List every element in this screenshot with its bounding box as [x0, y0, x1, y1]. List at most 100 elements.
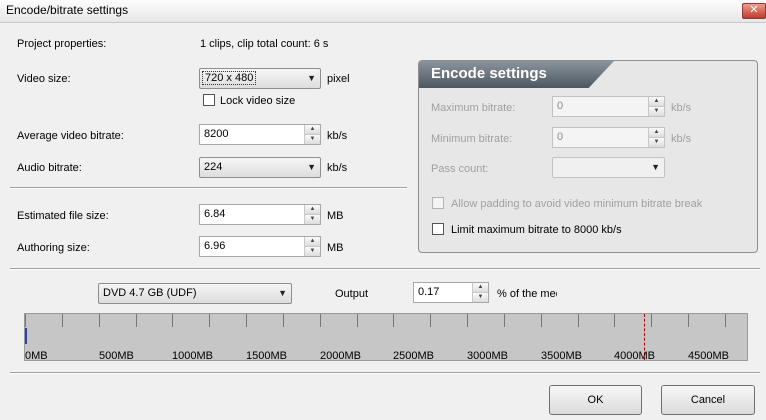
gauge-tick-label: 1500MB: [246, 350, 287, 362]
gauge-tick: [246, 314, 247, 327]
max-bitrate-label: Maximum bitrate:: [431, 102, 516, 114]
min-bitrate-unit: kb/s: [671, 133, 692, 145]
pass-count-label: Pass count:: [431, 163, 489, 175]
chevron-down-icon: ▼: [307, 73, 316, 83]
authoring-size-input[interactable]: 6.96 ▲ ▼: [199, 236, 321, 257]
gauge-tick: [99, 314, 100, 327]
gauge-tick: [541, 314, 542, 327]
lock-video-size-checkbox[interactable]: [203, 94, 215, 106]
authoring-size-label: Authoring size:: [17, 242, 90, 254]
gauge-tick: [578, 314, 579, 327]
avg-bitrate-unit: kb/s: [327, 130, 348, 142]
used-capacity-marker: [25, 328, 27, 344]
audio-bitrate-value: 224: [204, 161, 223, 173]
spin-down-icon[interactable]: ▼: [304, 134, 320, 144]
gauge-tick-label: 4000MB: [614, 350, 655, 362]
avg-bitrate-input[interactable]: 8200 ▲ ▼: [199, 124, 321, 145]
allow-padding-label: Allow padding to avoid video minimum bit…: [451, 198, 703, 210]
allow-padding-checkbox[interactable]: [432, 197, 444, 209]
gauge-tick: [136, 314, 137, 327]
spin-up-icon[interactable]: ▲: [648, 97, 664, 106]
gauge-tick-label: 3500MB: [541, 350, 582, 362]
gauge-tick-label: 500MB: [99, 350, 134, 362]
min-bitrate-label: Minimum bitrate:: [431, 133, 513, 145]
audio-bitrate-select[interactable]: 224 ▼: [199, 157, 321, 178]
gauge-tick-label: 2500MB: [393, 350, 434, 362]
gauge-tick: [393, 314, 394, 327]
chevron-down-icon: ▼: [307, 162, 316, 172]
video-size-select[interactable]: 720 x 480 ▼: [199, 68, 321, 89]
spin-up-icon[interactable]: ▲: [472, 283, 488, 292]
chevron-down-icon: ▼: [278, 288, 287, 298]
min-bitrate-input[interactable]: 0 ▲ ▼: [552, 127, 665, 148]
media-type-value: DVD 4.7 GB (UDF): [103, 287, 197, 299]
divider: [10, 268, 760, 270]
output-percent-value: 0.17: [418, 286, 440, 298]
pass-count-select[interactable]: ▼: [552, 157, 665, 178]
gauge-tick: [725, 314, 726, 327]
gauge-tick: [467, 314, 468, 327]
gauge-tick: [614, 314, 615, 327]
encode-settings-panel: Encode settings Maximum bitrate: 0 ▲ ▼ kb…: [418, 60, 758, 253]
ok-button[interactable]: OK: [549, 385, 642, 415]
spin-down-icon[interactable]: ▼: [472, 292, 488, 302]
min-bitrate-value: 0: [557, 131, 564, 143]
spin-up-icon[interactable]: ▲: [304, 205, 320, 214]
gauge-tick-label: 2000MB: [320, 350, 361, 362]
output-percent-input[interactable]: 0.17 ▲ ▼: [413, 282, 489, 303]
spin-down-icon[interactable]: ▼: [648, 106, 664, 116]
gauge-tick-label: 0MB: [25, 350, 48, 362]
gauge-tick: [62, 314, 63, 327]
gauge-tick: [25, 314, 26, 327]
est-file-size-unit: MB: [327, 210, 344, 222]
spin-down-icon[interactable]: ▼: [648, 137, 664, 147]
gauge-tick: [504, 314, 505, 327]
max-bitrate-unit: kb/s: [671, 102, 692, 114]
output-label: Output: [335, 288, 369, 300]
title-bar: Encode/bitrate settings ✕: [0, 0, 766, 23]
audio-bitrate-label: Audio bitrate:: [17, 162, 82, 174]
limit-max-bitrate-checkbox[interactable]: [432, 223, 444, 235]
video-size-unit: pixel: [327, 73, 350, 85]
cancel-button[interactable]: Cancel: [661, 385, 755, 415]
spin-up-icon[interactable]: ▲: [648, 128, 664, 137]
gauge-tick: [172, 314, 173, 327]
gauge-tick: [209, 314, 210, 327]
gauge-tick: [357, 314, 358, 327]
project-properties-label: Project properties:: [17, 38, 107, 50]
max-bitrate-input[interactable]: 0 ▲ ▼: [552, 96, 665, 117]
gauge-tick: [283, 314, 284, 327]
gauge-tick: [688, 314, 689, 327]
est-file-size-label: Estimated file size:: [17, 210, 109, 222]
media-capacity-gauge: 0MB 500MB 1000MB 1500MB 2000MB 2500MB 3000MB 35…: [24, 313, 748, 362]
video-size-value: 720 x 480: [202, 71, 257, 85]
divider: [10, 372, 760, 374]
authoring-size-value: 6.96: [204, 240, 226, 252]
video-size-label: Video size:: [17, 73, 71, 85]
chevron-down-icon: ▼: [651, 162, 660, 172]
close-icon[interactable]: ✕: [742, 3, 766, 19]
spin-down-icon[interactable]: ▼: [304, 246, 320, 256]
encode-settings-title: Encode settings: [431, 65, 547, 82]
avg-bitrate-value: 8200: [204, 128, 229, 140]
gauge-tick: [320, 314, 321, 327]
max-bitrate-value: 0: [557, 100, 564, 112]
window-title: Encode/bitrate settings: [6, 3, 129, 17]
limit-max-bitrate-label: Limit maximum bitrate to 8000 kb/s: [451, 224, 622, 236]
audio-bitrate-unit: kb/s: [327, 162, 348, 174]
encode-settings-header: Encode settings: [419, 61, 614, 88]
authoring-size-unit: MB: [327, 242, 344, 254]
avg-bitrate-label: Average video bitrate:: [17, 130, 124, 142]
spin-up-icon[interactable]: ▲: [304, 125, 320, 134]
est-file-size-value: 6.84: [204, 208, 226, 220]
lock-video-size-label: Lock video size: [220, 95, 296, 107]
spin-up-icon[interactable]: ▲: [304, 237, 320, 246]
est-file-size-input[interactable]: 6.84 ▲ ▼: [199, 204, 321, 225]
media-type-select[interactable]: DVD 4.7 GB (UDF) ▼: [98, 283, 292, 304]
divider: [10, 187, 407, 189]
spin-down-icon[interactable]: ▼: [304, 214, 320, 224]
gauge-tick: [651, 314, 652, 327]
gauge-tick-label: 3000MB: [467, 350, 508, 362]
gauge-tick-label: 1000MB: [172, 350, 213, 362]
output-unit: % of the media ca: [497, 288, 557, 300]
